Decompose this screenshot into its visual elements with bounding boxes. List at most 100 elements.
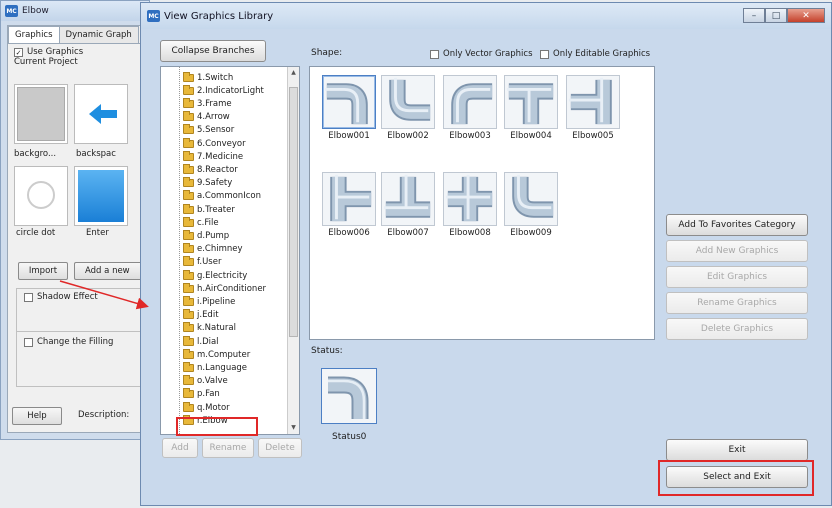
tree-item[interactable]: 8.Reactor: [183, 163, 238, 176]
tree-item[interactable]: 6.Conveyor: [183, 137, 246, 150]
left-arrow-icon: [89, 104, 117, 124]
tree-item[interactable]: l.Dial: [183, 335, 219, 348]
pipe-shape-icon: [389, 77, 431, 121]
circle-dot-icon: [27, 181, 55, 209]
thumbnail-background[interactable]: [14, 84, 68, 144]
only-vector-row[interactable]: Only Vector Graphics: [424, 49, 533, 59]
tree-item-label: p.Fan: [197, 389, 220, 400]
tree-item[interactable]: i.Pipeline: [183, 295, 235, 308]
tree-item[interactable]: k.Natural: [183, 322, 236, 335]
shape-item[interactable]: Elbow001: [322, 75, 376, 141]
shape-thumbnail[interactable]: [504, 172, 558, 226]
tree-item-label: r.Elbow: [197, 415, 228, 426]
folder-icon: [183, 124, 194, 135]
shape-label: Elbow004: [510, 131, 552, 141]
close-icon[interactable]: ✕: [787, 8, 825, 23]
tab-graphics[interactable]: Graphics: [8, 26, 60, 43]
tree-item[interactable]: j.Edit: [183, 309, 219, 322]
add-to-favorites-button[interactable]: Add To Favorites Category: [666, 214, 808, 236]
shape-thumbnail[interactable]: [322, 172, 376, 226]
tree-item[interactable]: o.Valve: [183, 375, 228, 388]
shape-item[interactable]: Elbow002: [381, 75, 435, 141]
status0-thumbnail[interactable]: [321, 368, 377, 424]
shape-thumbnail[interactable]: [443, 172, 497, 226]
only-editable-row[interactable]: Only Editable Graphics: [534, 49, 650, 59]
tree-item[interactable]: 9.Safety: [183, 177, 232, 190]
folder-icon: [183, 282, 194, 293]
import-button[interactable]: Import: [18, 262, 68, 280]
tree-item-label: 4.Arrow: [197, 112, 230, 123]
help-button[interactable]: Help: [12, 407, 62, 425]
shape-label: Elbow002: [387, 131, 429, 141]
add-new-button[interactable]: Add a new: [74, 262, 144, 280]
shape-item[interactable]: Elbow008: [443, 172, 497, 238]
folder-icon: [183, 163, 194, 174]
tree-item[interactable]: 4.Arrow: [183, 111, 230, 124]
folder-icon: [183, 375, 194, 386]
scroll-up-icon[interactable]: ▲: [288, 67, 299, 79]
tree-add-button[interactable]: Add: [162, 438, 198, 458]
thumbnail-backspace[interactable]: [74, 84, 128, 144]
change-filling-checkbox[interactable]: [24, 337, 33, 347]
shadow-effect-row[interactable]: Shadow Effect: [18, 292, 98, 302]
scroll-down-icon[interactable]: ▼: [288, 422, 299, 434]
tree-item[interactable]: q.Motor: [183, 401, 230, 414]
use-graphics-row[interactable]: ✓ Use Graphics: [8, 47, 144, 57]
shape-item[interactable]: Elbow004: [504, 75, 558, 141]
maximize-icon[interactable]: □: [765, 8, 787, 23]
tab-dynamic-graph[interactable]: Dynamic Graph: [58, 26, 139, 43]
tree-item[interactable]: e.Chimney: [183, 243, 243, 256]
tree-item[interactable]: r.Elbow: [183, 414, 228, 427]
collapse-branches-button[interactable]: Collapse Branches: [160, 40, 266, 62]
shape-thumbnail[interactable]: [322, 75, 376, 129]
tree-item[interactable]: b.Treater: [183, 203, 235, 216]
tree-item[interactable]: 2.IndicatorLight: [183, 84, 264, 97]
rename-graphics-button[interactable]: Rename Graphics: [666, 292, 808, 314]
tree-item[interactable]: 5.Sensor: [183, 124, 234, 137]
tree-item-label: g.Electricity: [197, 270, 248, 281]
tree-item[interactable]: h.AirConditioner: [183, 282, 266, 295]
folder-icon: [183, 401, 194, 412]
shape-thumbnail[interactable]: [443, 75, 497, 129]
change-filling-row[interactable]: Change the Filling: [18, 337, 113, 347]
tree-item[interactable]: f.User: [183, 256, 221, 269]
select-and-exit-button[interactable]: Select and Exit: [666, 466, 808, 488]
tree-item[interactable]: c.File: [183, 216, 219, 229]
tree-item[interactable]: p.Fan: [183, 388, 220, 401]
tree-item[interactable]: 1.Switch: [183, 71, 233, 84]
pipe-shape-icon: [445, 174, 493, 222]
exit-button[interactable]: Exit: [666, 439, 808, 461]
tree-item[interactable]: 3.Frame: [183, 97, 232, 110]
shape-thumbnail[interactable]: [381, 75, 435, 129]
shape-thumbnail[interactable]: [566, 75, 620, 129]
only-editable-checkbox[interactable]: [540, 49, 549, 59]
shape-item[interactable]: Elbow006: [322, 172, 376, 238]
only-vector-checkbox[interactable]: [430, 49, 439, 59]
use-graphics-checkbox[interactable]: ✓: [14, 47, 23, 57]
tree-item[interactable]: n.Language: [183, 361, 247, 374]
shape-item[interactable]: Elbow007: [381, 172, 435, 238]
tree-item[interactable]: 7.Medicine: [183, 150, 243, 163]
thumbnail-enter[interactable]: [74, 166, 128, 226]
app-logo-icon: MC: [147, 10, 160, 22]
tree-scrollbar[interactable]: ▲ ▼: [287, 67, 299, 434]
scroll-thumb[interactable]: [289, 87, 298, 337]
add-new-graphics-button[interactable]: Add New Graphics: [666, 240, 808, 262]
shape-item[interactable]: Elbow009: [504, 172, 558, 238]
shape-thumbnail[interactable]: [381, 172, 435, 226]
shape-thumbnail[interactable]: [504, 75, 558, 129]
minimize-icon[interactable]: –: [743, 8, 765, 23]
tree-item[interactable]: m.Computer: [183, 348, 250, 361]
tree-delete-button[interactable]: Delete: [258, 438, 302, 458]
delete-graphics-button[interactable]: Delete Graphics: [666, 318, 808, 340]
thumbnail-label: backgro...: [14, 149, 57, 159]
thumbnail-circle-dot[interactable]: [14, 166, 68, 226]
tree-item[interactable]: g.Electricity: [183, 269, 247, 282]
shadow-effect-checkbox[interactable]: [24, 292, 33, 302]
shape-item[interactable]: Elbow005: [566, 75, 620, 141]
shape-item[interactable]: Elbow003: [443, 75, 497, 141]
tree-item[interactable]: a.CommonIcon: [183, 190, 261, 203]
tree-rename-button[interactable]: Rename: [202, 438, 254, 458]
edit-graphics-button[interactable]: Edit Graphics: [666, 266, 808, 288]
tree-item[interactable]: d.Pump: [183, 229, 229, 242]
